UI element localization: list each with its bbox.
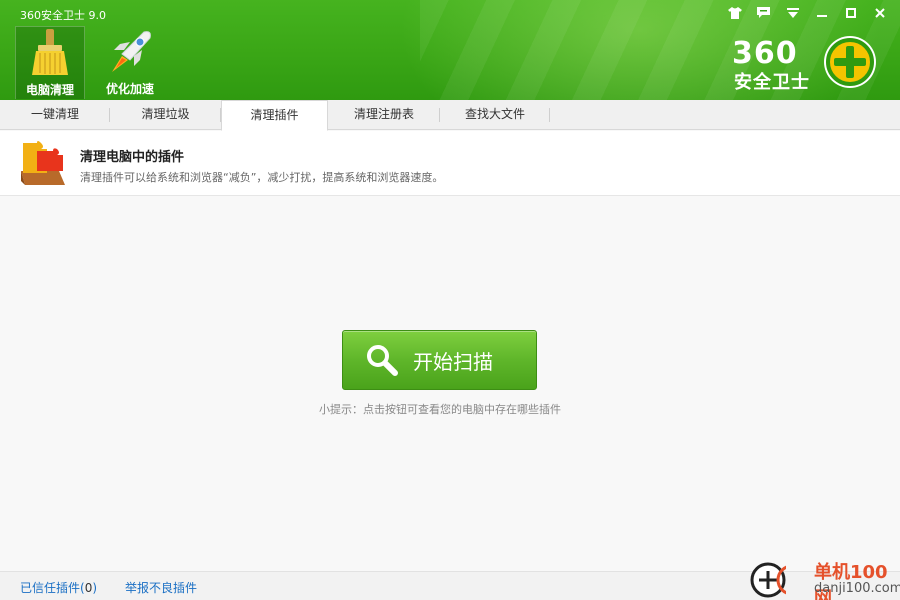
tab-clean-junk[interactable]: 清理垃圾 [110, 100, 221, 130]
window-controls [722, 3, 892, 23]
brand-logo: 360 安全卫士 [732, 34, 892, 94]
magnifier-icon [367, 345, 398, 376]
skin-icon[interactable] [722, 3, 747, 23]
section-title: 清理电脑中的插件 [80, 150, 185, 165]
rocket-icon [112, 31, 151, 72]
scan-hint: 小提示：点击按钮可查看您的电脑中存在哪些插件 [319, 403, 561, 416]
section-header: 清理电脑中的插件 清理插件可以给系统和浏览器“减负”，减少打扰，提高系统和浏览器… [0, 131, 900, 196]
nav-optimize-speed[interactable]: 优化加速 [95, 26, 165, 99]
main-area: 开始扫描 小提示：点击按钮可查看您的电脑中存在哪些插件 [0, 197, 900, 571]
sub-tab-bar: 一键清理 清理垃圾 清理插件 清理注册表 查找大文件 [0, 100, 900, 131]
close-icon[interactable] [867, 3, 892, 23]
title-bar: 360安全卫士 9.0 电脑清理 优化加速 360 安全卫士 [0, 0, 900, 100]
brand-number: 360 [732, 36, 798, 71]
nav-label: 优化加速 [105, 82, 154, 96]
report-plugins-link[interactable]: 举报不良插件 [125, 579, 197, 596]
app-title: 360安全卫士 9.0 [20, 9, 106, 22]
maximize-icon[interactable] [838, 3, 863, 23]
plugin-puzzle-icon [21, 141, 65, 185]
start-scan-button[interactable]: 开始扫描 [342, 330, 537, 390]
start-scan-label: 开始扫描 [413, 349, 493, 374]
360-shield-icon [824, 36, 876, 88]
minimize-icon[interactable] [809, 3, 834, 23]
tab-find-large-files[interactable]: 查找大文件 [440, 100, 550, 130]
trusted-plugins-link[interactable]: 已信任插件(0) [20, 579, 97, 596]
watermark-logo-icon [750, 562, 786, 598]
menu-icon[interactable] [780, 3, 805, 23]
tab-one-click-clean[interactable]: 一键清理 [0, 100, 110, 130]
tab-clean-registry[interactable]: 清理注册表 [328, 100, 440, 130]
nav-label: 电脑清理 [25, 83, 74, 97]
nav-computer-cleanup[interactable]: 电脑清理 [15, 26, 85, 99]
tab-clean-plugins[interactable]: 清理插件 [221, 100, 328, 131]
brand-name: 安全卫士 [734, 72, 810, 93]
trusted-label: 已信任插件( [20, 581, 85, 595]
section-description: 清理插件可以给系统和浏览器“减负”，减少打扰，提高系统和浏览器速度。 [80, 171, 444, 184]
watermark: 单机100网 danji100.com [748, 556, 900, 600]
broom-icon [32, 29, 68, 75]
watermark-url: danji100.com [814, 581, 900, 596]
feedback-icon[interactable] [751, 3, 776, 23]
trusted-close: ) [92, 581, 98, 595]
